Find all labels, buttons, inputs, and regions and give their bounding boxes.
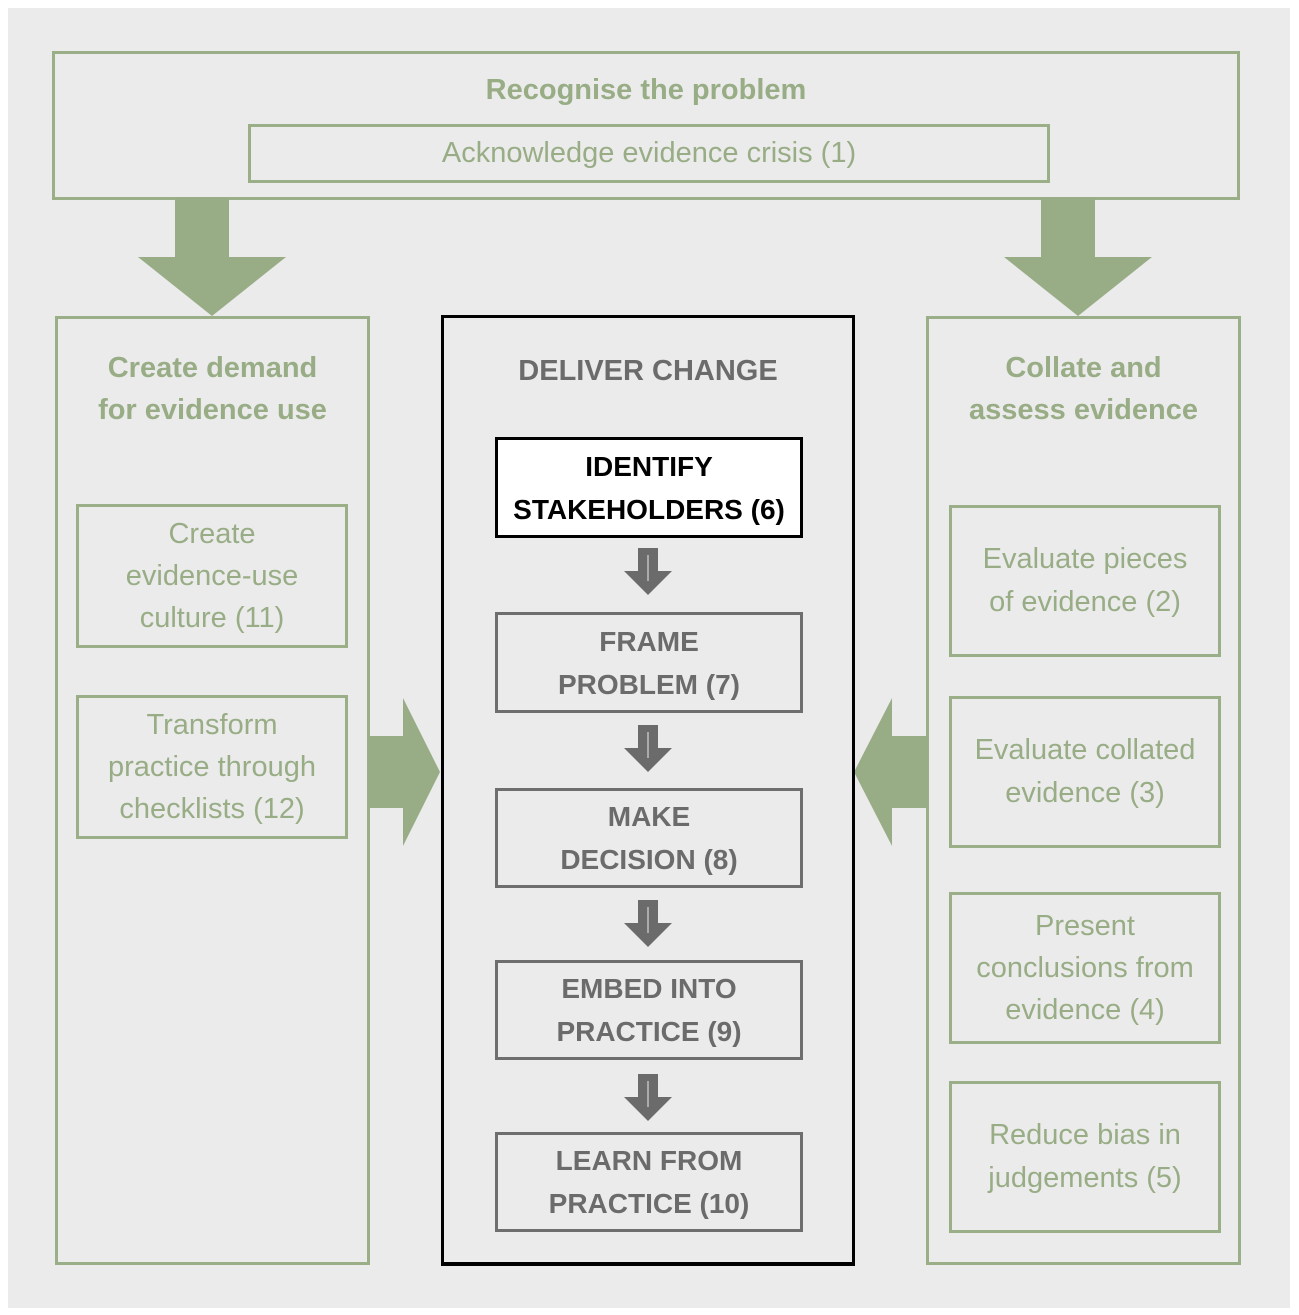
step-line: STAKEHOLDERS (6)	[513, 493, 785, 525]
step-line: Transform	[146, 709, 278, 741]
step-line: evidence-use	[125, 560, 299, 592]
collate-assess-title: Collate and assess evidence	[929, 347, 1238, 431]
step-line: FRAME	[599, 625, 699, 657]
step-arrow-icon	[624, 1074, 672, 1121]
deliver-change-title: DELIVER CHANGE	[518, 354, 778, 387]
step-arrow-icon	[624, 548, 672, 595]
step-line: judgements (5)	[988, 1162, 1182, 1194]
acknowledge-crisis-step: Acknowledge evidence crisis (1)	[248, 124, 1050, 183]
step-line: evidence (3)	[1005, 777, 1165, 809]
right-step-2: Evaluate pieces of evidence (2)	[949, 505, 1221, 657]
center-step-9: EMBED INTO PRACTICE (9)	[495, 960, 803, 1060]
collate-assess-column: Collate and assess evidence Evaluate pie…	[926, 316, 1241, 1265]
step-line: PRACTICE (10)	[548, 1188, 750, 1219]
step-line: Present	[1035, 910, 1135, 942]
create-demand-title: Create demand for evidence use	[58, 347, 367, 431]
create-demand-title-line1: Create demand	[107, 352, 318, 384]
down-arrow-left-icon	[138, 198, 286, 316]
step-line: DECISION (8)	[560, 844, 738, 875]
left-arrow-icon	[854, 698, 928, 846]
step-line: MAKE	[607, 801, 691, 832]
create-demand-column: Create demand for evidence use Create ev…	[55, 316, 370, 1265]
step-line: Evaluate pieces	[982, 543, 1188, 575]
step-line: evidence (4)	[1005, 994, 1165, 1026]
step-line: PROBLEM (7)	[558, 668, 740, 700]
center-step-6: IDENTIFY STAKEHOLDERS (6)	[495, 437, 803, 538]
down-arrow-right-icon	[1004, 198, 1152, 316]
step-line: IDENTIFY	[585, 450, 713, 482]
left-step-11: Create evidence-use culture (11)	[76, 504, 348, 648]
collate-assess-title-line2: assess evidence	[969, 394, 1198, 426]
create-demand-title-line2: for evidence use	[98, 394, 327, 426]
step-line: checklists (12)	[119, 793, 305, 825]
step-line: EMBED INTO	[561, 973, 737, 1004]
recognise-problem-title: Recognise the problem	[485, 73, 807, 106]
center-step-10: LEARN FROM PRACTICE (10)	[495, 1132, 803, 1232]
step-line: Evaluate collated	[974, 734, 1196, 766]
deliver-change-column: DELIVER CHANGE IDENTIFY STAKEHOLDERS (6)…	[441, 315, 855, 1266]
step-line: practice through	[108, 751, 316, 783]
recognise-problem-box: Recognise the problem Acknowledge eviden…	[52, 51, 1240, 200]
step-line: LEARN FROM	[555, 1145, 743, 1176]
center-step-7: FRAME PROBLEM (7)	[495, 612, 803, 713]
step-arrow-icon	[624, 725, 672, 772]
right-step-5: Reduce bias in judgements (5)	[949, 1081, 1221, 1233]
step-line: Reduce bias in	[989, 1119, 1181, 1151]
step-arrow-icon	[624, 900, 672, 947]
right-arrow-icon	[368, 698, 440, 846]
step-line: of evidence (2)	[989, 586, 1181, 618]
collate-assess-title-line1: Collate and	[1005, 352, 1162, 384]
step-line: conclusions from	[976, 952, 1194, 984]
right-step-3: Evaluate collated evidence (3)	[949, 696, 1221, 848]
center-step-8: MAKE DECISION (8)	[495, 788, 803, 888]
step-line: PRACTICE (9)	[556, 1016, 742, 1047]
left-step-12: Transform practice through checklists (1…	[76, 695, 348, 839]
step-line: culture (11)	[139, 602, 285, 634]
step-line: Create	[168, 518, 256, 550]
right-step-4: Present conclusions from evidence (4)	[949, 892, 1221, 1044]
